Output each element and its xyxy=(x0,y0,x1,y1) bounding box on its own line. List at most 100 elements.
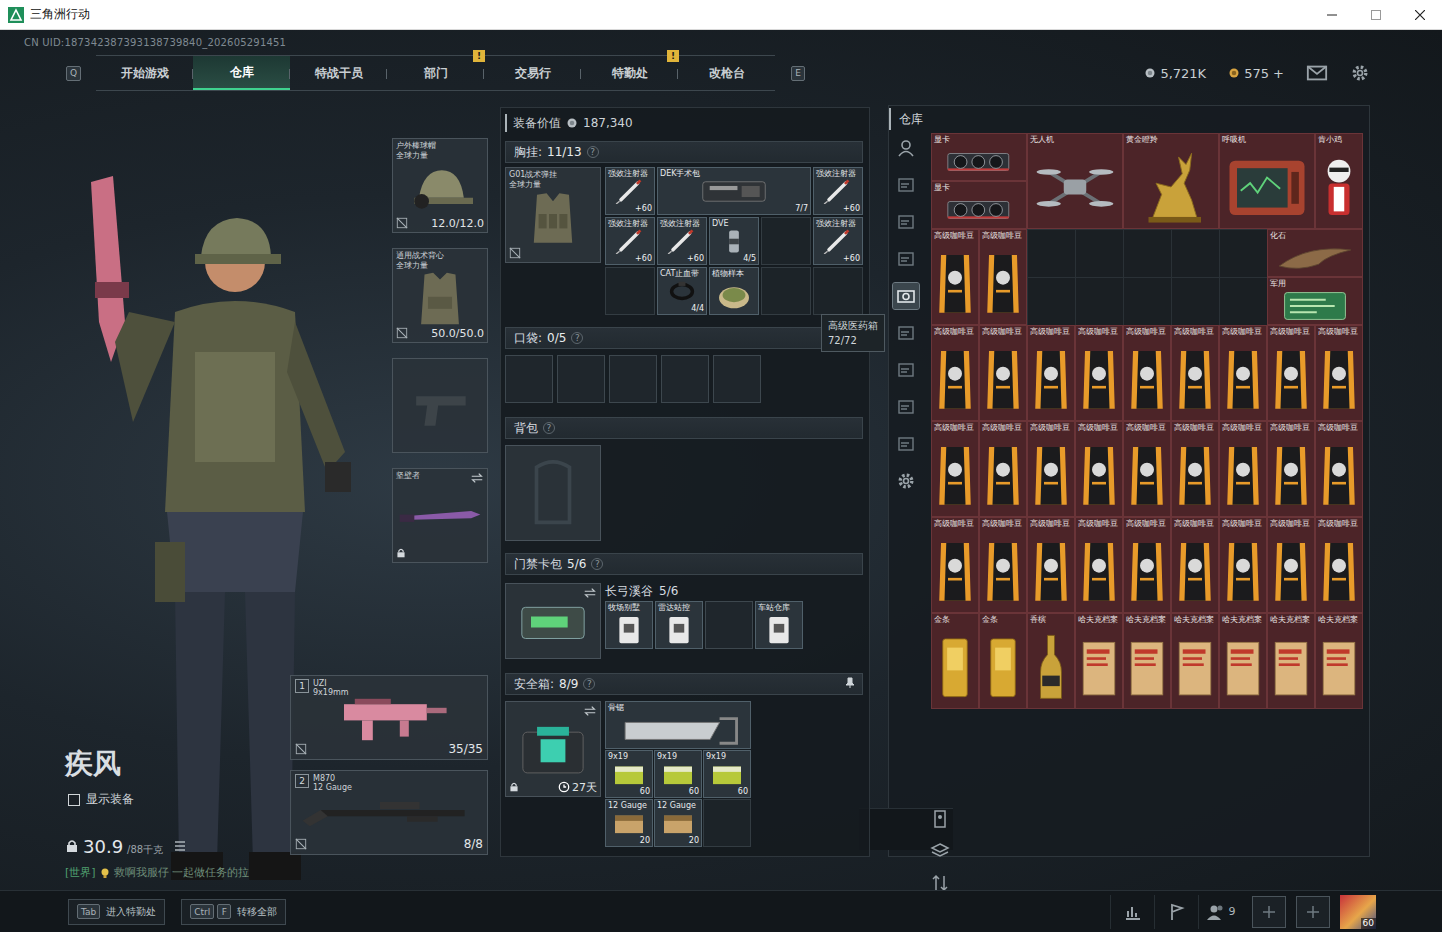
sidebar-item[interactable] xyxy=(927,809,953,829)
item-slot[interactable]: 高级咖啡豆 xyxy=(979,325,1027,421)
stats-button[interactable] xyxy=(1110,895,1154,929)
pocket-slot[interactable] xyxy=(557,355,605,403)
item-slot[interactable]: DVE4/5 xyxy=(709,217,759,265)
item-slot[interactable]: 军用 xyxy=(1267,277,1363,325)
weapon-slot[interactable]: 2M87012 Gauge8/8 xyxy=(290,770,488,855)
pin-button[interactable] xyxy=(844,677,856,692)
sidebar-item[interactable] xyxy=(893,135,919,161)
nav-tab[interactable]: 交易行 xyxy=(484,56,581,90)
item-slot[interactable]: 高级咖啡豆 xyxy=(1075,325,1123,421)
item-slot[interactable]: 强效注射器+60 xyxy=(813,217,863,265)
nav-tab[interactable]: 特勤处! xyxy=(581,56,678,90)
melee-slot[interactable]: 坚壁者 xyxy=(392,468,488,563)
sidebar-item[interactable] xyxy=(893,357,919,383)
squad-slot[interactable] xyxy=(1296,896,1330,928)
item-slot[interactable]: 哈夫克档案 xyxy=(1171,613,1219,709)
item-slot[interactable]: 香槟 xyxy=(1027,613,1075,709)
pocket-slot[interactable] xyxy=(713,355,761,403)
currency[interactable]: 575 + xyxy=(1228,66,1284,81)
keycard[interactable]: 雷达站控 xyxy=(655,601,703,649)
item-slot[interactable]: 高级咖啡豆 xyxy=(931,325,979,421)
item-slot[interactable]: 高级咖啡豆 xyxy=(1123,325,1171,421)
item-slot[interactable]: 高级咖啡豆 xyxy=(1171,517,1219,613)
nav-tab[interactable]: 部门! xyxy=(387,56,484,90)
pistol-slot[interactable] xyxy=(392,358,488,453)
item-slot[interactable]: 高级咖啡豆 xyxy=(1219,325,1267,421)
weapon-slot[interactable]: 1UZI9x19mm35/35 xyxy=(290,675,488,760)
nav-tab[interactable]: 改枪台 xyxy=(678,56,775,90)
checkbox[interactable] xyxy=(68,794,80,806)
backpack-slot[interactable] xyxy=(505,445,601,541)
sidebar-item[interactable] xyxy=(893,468,919,494)
item-slot[interactable]: 强效注射器+60 xyxy=(605,217,655,265)
item-slot[interactable]: 无人机 xyxy=(1027,133,1123,229)
item-slot[interactable]: 高级咖啡豆 xyxy=(931,421,979,517)
sidebar-item[interactable] xyxy=(893,320,919,346)
item-slot[interactable]: 高级咖啡豆 xyxy=(1075,517,1123,613)
help-button[interactable]: ? xyxy=(591,558,603,570)
squad-slot[interactable] xyxy=(1252,896,1286,928)
item-slot[interactable]: 强效注射器+60 xyxy=(813,167,863,215)
rig-slot[interactable]: G01战术弹挂全球力量 xyxy=(505,167,601,263)
item-slot[interactable]: 强效注射器+60 xyxy=(605,167,655,215)
item-slot[interactable]: 哈夫克档案 xyxy=(1075,613,1123,709)
sidebar-item[interactable] xyxy=(893,431,919,457)
item-slot[interactable]: 金条 xyxy=(979,613,1027,709)
item-slot[interactable]: 呼吸机 xyxy=(1219,133,1315,229)
item-slot[interactable]: 骨锯 xyxy=(605,701,751,749)
item-slot[interactable]: 高级咖啡豆 xyxy=(979,421,1027,517)
item-slot[interactable]: 高级咖啡豆 xyxy=(1315,421,1363,517)
item-slot[interactable]: 12 Gauge20 xyxy=(654,799,702,847)
chat-line[interactable]: [世界]救啊我服仔 一起做任务的拉 xyxy=(65,865,290,880)
shortcut-hint[interactable]: CtrlF转移全部 xyxy=(181,899,286,925)
shortcut-hint[interactable]: Tab进入特勤处 xyxy=(68,899,165,925)
help-button[interactable]: ? xyxy=(583,678,595,690)
item-slot[interactable]: 高级咖啡豆 xyxy=(1267,421,1315,517)
mail-button[interactable] xyxy=(1306,62,1328,84)
help-button[interactable]: ? xyxy=(571,332,583,344)
sidebar-item[interactable] xyxy=(893,209,919,235)
settings-button[interactable] xyxy=(1350,63,1370,83)
maximize-button[interactable] xyxy=(1354,0,1398,30)
item-slot[interactable]: 金条 xyxy=(931,613,979,709)
friends-button[interactable]: 9 xyxy=(1198,895,1242,929)
item-slot[interactable]: DEK手术包7/7 xyxy=(657,167,811,215)
item-slot[interactable]: 高级咖啡豆 xyxy=(1267,325,1315,421)
item-slot[interactable]: 高级咖啡豆 xyxy=(1171,421,1219,517)
keycard[interactable]: 车站仓库 xyxy=(755,601,803,649)
item-slot[interactable]: 显卡 xyxy=(931,181,1027,229)
item-slot[interactable]: 高级咖啡豆 xyxy=(1027,325,1075,421)
item-slot[interactable]: 高级咖啡豆 xyxy=(1219,421,1267,517)
help-button[interactable]: ? xyxy=(587,146,599,158)
item-slot[interactable]: 植物样本 xyxy=(709,267,759,315)
close-button[interactable] xyxy=(1398,0,1442,30)
item-slot[interactable]: 肯小鸡 xyxy=(1315,133,1363,229)
armor-slot[interactable]: 通用战术背心全球力量50.0/50.0 xyxy=(392,248,488,343)
sidebar-item[interactable] xyxy=(927,841,953,861)
show-gear-toggle[interactable]: 显示装备 xyxy=(65,791,290,808)
nav-tab[interactable]: 仓库 xyxy=(193,56,290,90)
item-slot[interactable]: 9x1960 xyxy=(605,750,653,798)
pocket-slot[interactable] xyxy=(609,355,657,403)
item-slot[interactable]: 高级咖啡豆 xyxy=(931,229,979,325)
item-slot[interactable]: 9x1960 xyxy=(703,750,751,798)
currency[interactable]: 5,721K xyxy=(1144,66,1206,81)
item-slot[interactable]: 哈夫克档案 xyxy=(1219,613,1267,709)
item-slot[interactable]: 黄金瞪羚 xyxy=(1123,133,1219,229)
item-slot[interactable]: 9x1960 xyxy=(654,750,702,798)
minimize-button[interactable] xyxy=(1310,0,1354,30)
keycard-case[interactable] xyxy=(505,583,601,659)
item-slot[interactable]: 高级咖啡豆 xyxy=(1219,517,1267,613)
item-slot[interactable]: 12 Gauge20 xyxy=(605,799,653,847)
item-slot[interactable]: 显卡 xyxy=(931,133,1027,181)
item-slot[interactable]: 高级咖啡豆 xyxy=(1315,325,1363,421)
player-avatar[interactable]: 60 xyxy=(1340,895,1376,929)
item-slot[interactable]: 高级咖啡豆 xyxy=(1171,325,1219,421)
keycard[interactable]: 牧场别墅 xyxy=(605,601,653,649)
safebox-slot[interactable]: 27天 xyxy=(505,701,601,797)
item-slot[interactable]: 高级咖啡豆 xyxy=(1267,517,1315,613)
item-slot[interactable]: 高级咖啡豆 xyxy=(1027,421,1075,517)
item-slot[interactable]: 高级咖啡豆 xyxy=(979,229,1027,325)
nav-tab[interactable]: 开始游戏 xyxy=(96,56,193,90)
item-slot[interactable]: 高级咖啡豆 xyxy=(979,517,1027,613)
